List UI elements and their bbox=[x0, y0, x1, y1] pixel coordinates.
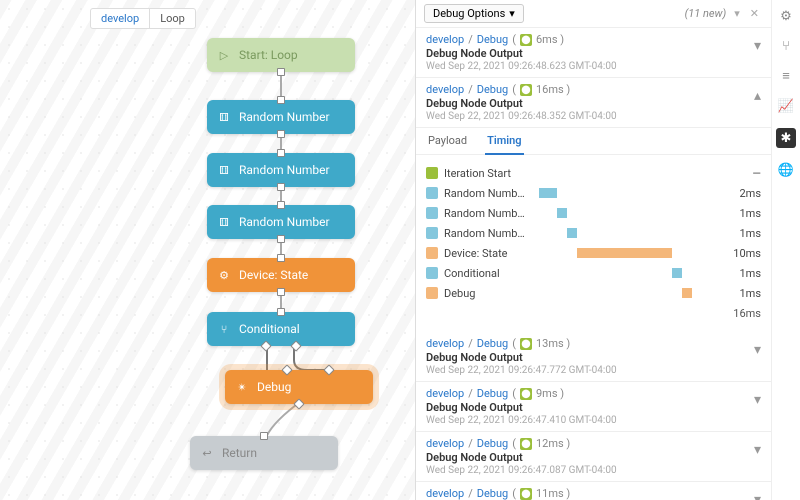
timing-color-swatch bbox=[426, 287, 438, 299]
node-label: Debug bbox=[257, 380, 291, 394]
timing-row: Debug 1ms bbox=[426, 283, 761, 303]
output-port[interactable] bbox=[277, 288, 285, 296]
output-port[interactable] bbox=[277, 235, 285, 243]
timing-color-swatch bbox=[426, 247, 438, 259]
node-random-number-2[interactable]: ⚅ Random Number bbox=[207, 153, 355, 187]
gear-icon[interactable]: ⚙ bbox=[778, 8, 794, 24]
bug-icon[interactable]: ✱ bbox=[776, 128, 796, 148]
output-port[interactable] bbox=[277, 183, 285, 191]
node-label: Start: Loop bbox=[239, 48, 298, 62]
return-icon: ↩ bbox=[200, 446, 214, 460]
node-label: Random Number bbox=[239, 215, 330, 229]
chart-icon[interactable]: 📈 bbox=[778, 98, 794, 114]
input-port[interactable] bbox=[277, 149, 285, 157]
dice-icon: ⚅ bbox=[217, 215, 231, 229]
new-count-indicator: (11 new) bbox=[685, 7, 727, 20]
chevron-down-icon[interactable]: ▾ bbox=[754, 342, 761, 358]
node-label: Conditional bbox=[239, 322, 300, 336]
close-icon[interactable]: ✕ bbox=[746, 7, 763, 20]
output-port[interactable] bbox=[277, 130, 285, 138]
node-debug[interactable]: ✴ Debug bbox=[225, 370, 373, 404]
globe-icon[interactable]: 🌐 bbox=[778, 162, 794, 178]
workflow-canvas[interactable]: develop Loop ▷ Start: Loop ⚅ Random Numb… bbox=[0, 0, 415, 500]
input-port[interactable] bbox=[260, 432, 268, 440]
chevron-down-icon: ▾ bbox=[509, 7, 515, 20]
chevron-down-icon[interactable]: ▾ bbox=[754, 392, 761, 408]
right-tool-rail: ⚙ ⑂ ≡ 📈 ✱ 🌐 bbox=[771, 0, 800, 500]
debug-options-dropdown[interactable]: Debug Options ▾ bbox=[424, 4, 524, 23]
timing-color-swatch bbox=[426, 187, 438, 199]
node-random-number-3[interactable]: ⚅ Random Number bbox=[207, 205, 355, 239]
input-port[interactable] bbox=[277, 96, 285, 104]
debug-entries-list: develop / Debug ( ⬤ 6ms ) Debug Node Out… bbox=[416, 28, 771, 500]
debug-entry[interactable]: develop / Debug ( ⬤ 16ms ) Debug Node Ou… bbox=[416, 78, 771, 128]
dropdown-label: Debug Options bbox=[433, 7, 505, 20]
node-label: Random Number bbox=[239, 110, 330, 124]
timing-row: Random Numb… 1ms bbox=[426, 223, 761, 243]
database-icon[interactable]: ≡ bbox=[778, 68, 794, 84]
node-start-loop[interactable]: ▷ Start: Loop bbox=[207, 38, 355, 72]
dice-icon: ⚅ bbox=[217, 110, 231, 124]
timing-row: Device: State 10ms bbox=[426, 243, 761, 263]
play-icon: ▷ bbox=[217, 48, 231, 62]
debug-panel-header: Debug Options ▾ (11 new) ▾ ✕ bbox=[416, 0, 771, 28]
node-label: Return bbox=[222, 446, 257, 460]
chevron-down-icon[interactable]: ▾ bbox=[754, 492, 761, 500]
timing-row: Random Numb… 1ms bbox=[426, 203, 761, 223]
debug-entry[interactable]: develop / Debug ( ⬤ 11ms ) Debug Node Ou… bbox=[416, 482, 771, 500]
bug-icon: ✴ bbox=[235, 380, 249, 394]
timing-color-swatch bbox=[426, 267, 438, 279]
debug-entry[interactable]: develop / Debug ( ⬤ 9ms ) Debug Node Out… bbox=[416, 382, 771, 432]
gear-icon: ⚙ bbox=[217, 268, 231, 282]
debug-entry[interactable]: develop / Debug ( ⬤ 12ms ) Debug Node Ou… bbox=[416, 432, 771, 482]
breadcrumb-root[interactable]: develop bbox=[90, 8, 150, 29]
canvas-grid bbox=[0, 0, 415, 500]
timing-color-swatch bbox=[426, 207, 438, 219]
node-return[interactable]: ↩ Return bbox=[190, 436, 338, 470]
chevron-down-icon[interactable]: ▾ bbox=[754, 442, 761, 458]
node-conditional[interactable]: ⑂ Conditional bbox=[207, 312, 355, 346]
output-port[interactable] bbox=[277, 68, 285, 76]
branch-icon: ⑂ bbox=[217, 322, 231, 336]
node-random-number-1[interactable]: ⚅ Random Number bbox=[207, 100, 355, 134]
branch-icon[interactable]: ⑂ bbox=[778, 38, 794, 54]
dice-icon: ⚅ bbox=[217, 163, 231, 177]
tab-payload[interactable]: Payload bbox=[426, 128, 469, 154]
breadcrumb: develop Loop bbox=[90, 8, 196, 29]
timing-row: Conditional 1ms bbox=[426, 263, 761, 283]
chevron-down-icon[interactable]: ▾ bbox=[754, 38, 761, 54]
debug-entry[interactable]: develop / Debug ( ⬤ 13ms ) Debug Node Ou… bbox=[416, 332, 771, 382]
tab-timing[interactable]: Timing bbox=[485, 128, 523, 155]
node-device-state[interactable]: ⚙ Device: State bbox=[207, 258, 355, 292]
node-label: Device: State bbox=[239, 268, 308, 282]
breadcrumb-current[interactable]: Loop bbox=[150, 8, 196, 29]
debug-panel: Debug Options ▾ (11 new) ▾ ✕ develop / D… bbox=[415, 0, 771, 500]
timing-row: Iteration Start — bbox=[426, 163, 761, 183]
timing-color-swatch bbox=[426, 227, 438, 239]
timing-color-swatch bbox=[426, 167, 438, 179]
timing-row: Random Numb… 2ms bbox=[426, 183, 761, 203]
input-port[interactable] bbox=[277, 254, 285, 262]
chevron-down-icon[interactable]: ▾ bbox=[734, 7, 740, 20]
node-label: Random Number bbox=[239, 163, 330, 177]
debug-entry[interactable]: develop / Debug ( ⬤ 6ms ) Debug Node Out… bbox=[416, 28, 771, 78]
input-port[interactable] bbox=[277, 201, 285, 209]
chevron-up-icon[interactable]: ▴ bbox=[754, 88, 761, 104]
timing-total: 16ms bbox=[426, 303, 761, 324]
input-port[interactable] bbox=[277, 308, 285, 316]
timing-chart: Iteration Start — Random Numb… 2ms Rando… bbox=[416, 155, 771, 332]
